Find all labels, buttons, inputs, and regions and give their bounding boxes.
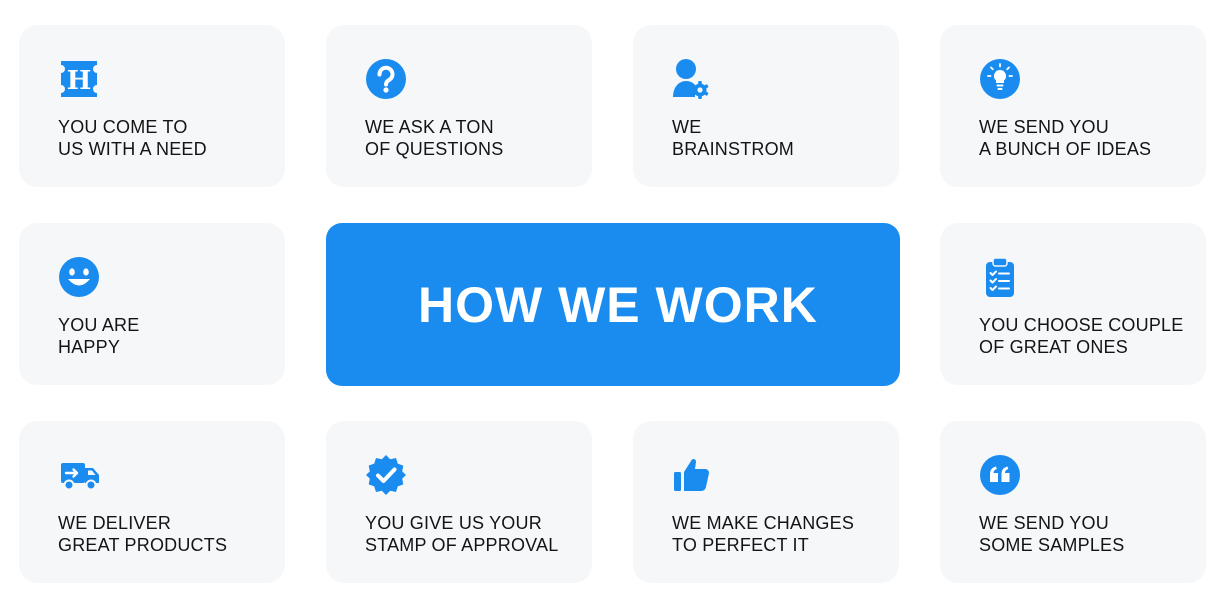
step-card-choose-ones: YOU CHOOSE COUPLE OF GREAT ONES (940, 223, 1206, 385)
step-card-happy: YOU ARE HAPPY (19, 223, 285, 385)
step-line1: WE SEND YOU (979, 513, 1109, 533)
step-line2: TO PERFECT IT (672, 535, 809, 555)
smiley-icon (57, 255, 101, 299)
step-line1: WE ASK A TON (365, 117, 494, 137)
step-card-send-ideas: WE SEND YOU A BUNCH OF IDEAS (940, 25, 1206, 187)
verified-badge-icon (364, 453, 408, 497)
step-line2: OF QUESTIONS (365, 139, 504, 159)
page-title: HOW WE WORK (418, 277, 818, 333)
step-line2: OF GREAT ONES (979, 337, 1128, 357)
lightbulb-icon (978, 57, 1022, 101)
step-line1: YOU GIVE US YOUR (365, 513, 542, 533)
step-card-come-with-need: H YOU COME TO US WITH A NEED (19, 25, 285, 187)
step-line2: BRAINSTROM (672, 139, 795, 159)
step-line1: WE DELIVER (58, 513, 172, 533)
quote-icon (978, 453, 1022, 497)
step-card-deliver: WE DELIVER GREAT PRODUCTS (19, 421, 285, 583)
clipboard-check-icon (978, 255, 1022, 299)
step-line1: YOU ARE (58, 315, 140, 335)
how-we-work-banner: HOW WE WORK (326, 223, 900, 386)
step-line2: US WITH A NEED (58, 139, 207, 159)
step-card-approval: YOU GIVE US YOUR STAMP OF APPROVAL (326, 421, 592, 583)
question-icon (364, 57, 408, 101)
thumbs-up-icon (671, 453, 715, 497)
step-card-ask-questions: WE ASK A TON OF QUESTIONS (326, 25, 592, 187)
user-gear-icon (671, 57, 715, 101)
step-line1: WE (672, 117, 702, 137)
step-card-make-changes: WE MAKE CHANGES TO PERFECT IT (633, 421, 899, 583)
step-line2: STAMP OF APPROVAL (365, 535, 559, 555)
step-line1: YOU COME TO (58, 117, 188, 137)
step-line2: GREAT PRODUCTS (58, 535, 228, 555)
step-card-brainstorm: WE BRAINSTROM (633, 25, 899, 187)
delivery-truck-icon (57, 453, 101, 497)
step-line1: YOU CHOOSE COUPLE (979, 315, 1184, 335)
step-line2: HAPPY (58, 337, 121, 357)
step-line2: SOME SAMPLES (979, 535, 1125, 555)
h-logo-icon: H (57, 57, 101, 101)
svg-text:H: H (67, 66, 92, 96)
step-line1: WE SEND YOU (979, 117, 1109, 137)
step-card-send-samples: WE SEND YOU SOME SAMPLES (940, 421, 1206, 583)
step-line2: A BUNCH OF IDEAS (979, 139, 1152, 159)
step-line1: WE MAKE CHANGES (672, 513, 855, 533)
